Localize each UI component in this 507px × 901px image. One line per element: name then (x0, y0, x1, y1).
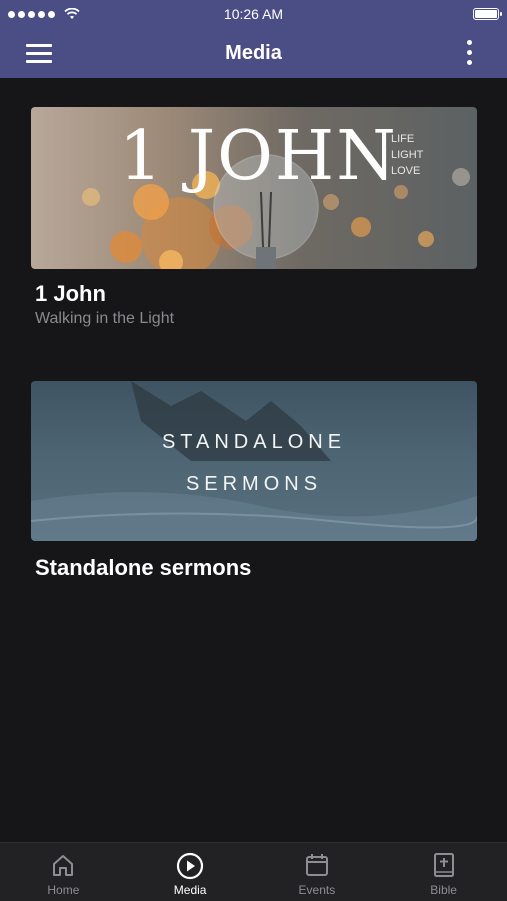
status-time: 10:26 AM (223, 6, 284, 22)
bible-icon (433, 853, 454, 877)
tab-bible[interactable]: Bible (380, 843, 507, 901)
hamburger-menu-icon[interactable] (24, 41, 54, 65)
artwork-tag-love: LOVE (391, 165, 421, 177)
tab-label: Events (298, 883, 336, 897)
series-title[interactable]: 1 John (35, 281, 106, 307)
play-circle-icon (177, 852, 204, 880)
tab-media[interactable]: Media (127, 843, 254, 901)
calendar-icon (305, 854, 328, 876)
rocky-coast-artwork (31, 381, 477, 541)
artwork-line-2: SERMONS (185, 473, 323, 495)
nav-bar: Media (0, 28, 507, 78)
artwork-tag-life: LIFE (391, 133, 415, 145)
tab-events[interactable]: Events (254, 843, 381, 901)
page-title: Media (225, 41, 282, 64)
tab-bar: Home Media Events Bible (0, 842, 507, 901)
tab-label: Home (47, 883, 80, 897)
home-icon (53, 855, 74, 876)
tab-home[interactable]: Home (0, 843, 127, 901)
artwork-line-1: STANDALONE (161, 431, 347, 453)
tab-label: Bible (430, 883, 457, 897)
more-options-icon[interactable] (463, 39, 477, 67)
series-artwork-1-john[interactable]: 1 JOHN LIFE LIGHT LOVE (31, 107, 477, 269)
series-title[interactable]: Standalone sermons (35, 555, 251, 581)
battery-icon (473, 8, 502, 20)
status-bar: 10:26 AM (0, 0, 507, 28)
artwork-tag-light: LIGHT (391, 149, 424, 161)
series-artwork-standalone[interactable]: STANDALONE SERMONS (31, 381, 477, 541)
artwork-title: 1 JOHN (119, 117, 398, 196)
series-subtitle: Walking in the Light (35, 310, 175, 327)
tab-label: Media (173, 883, 207, 897)
